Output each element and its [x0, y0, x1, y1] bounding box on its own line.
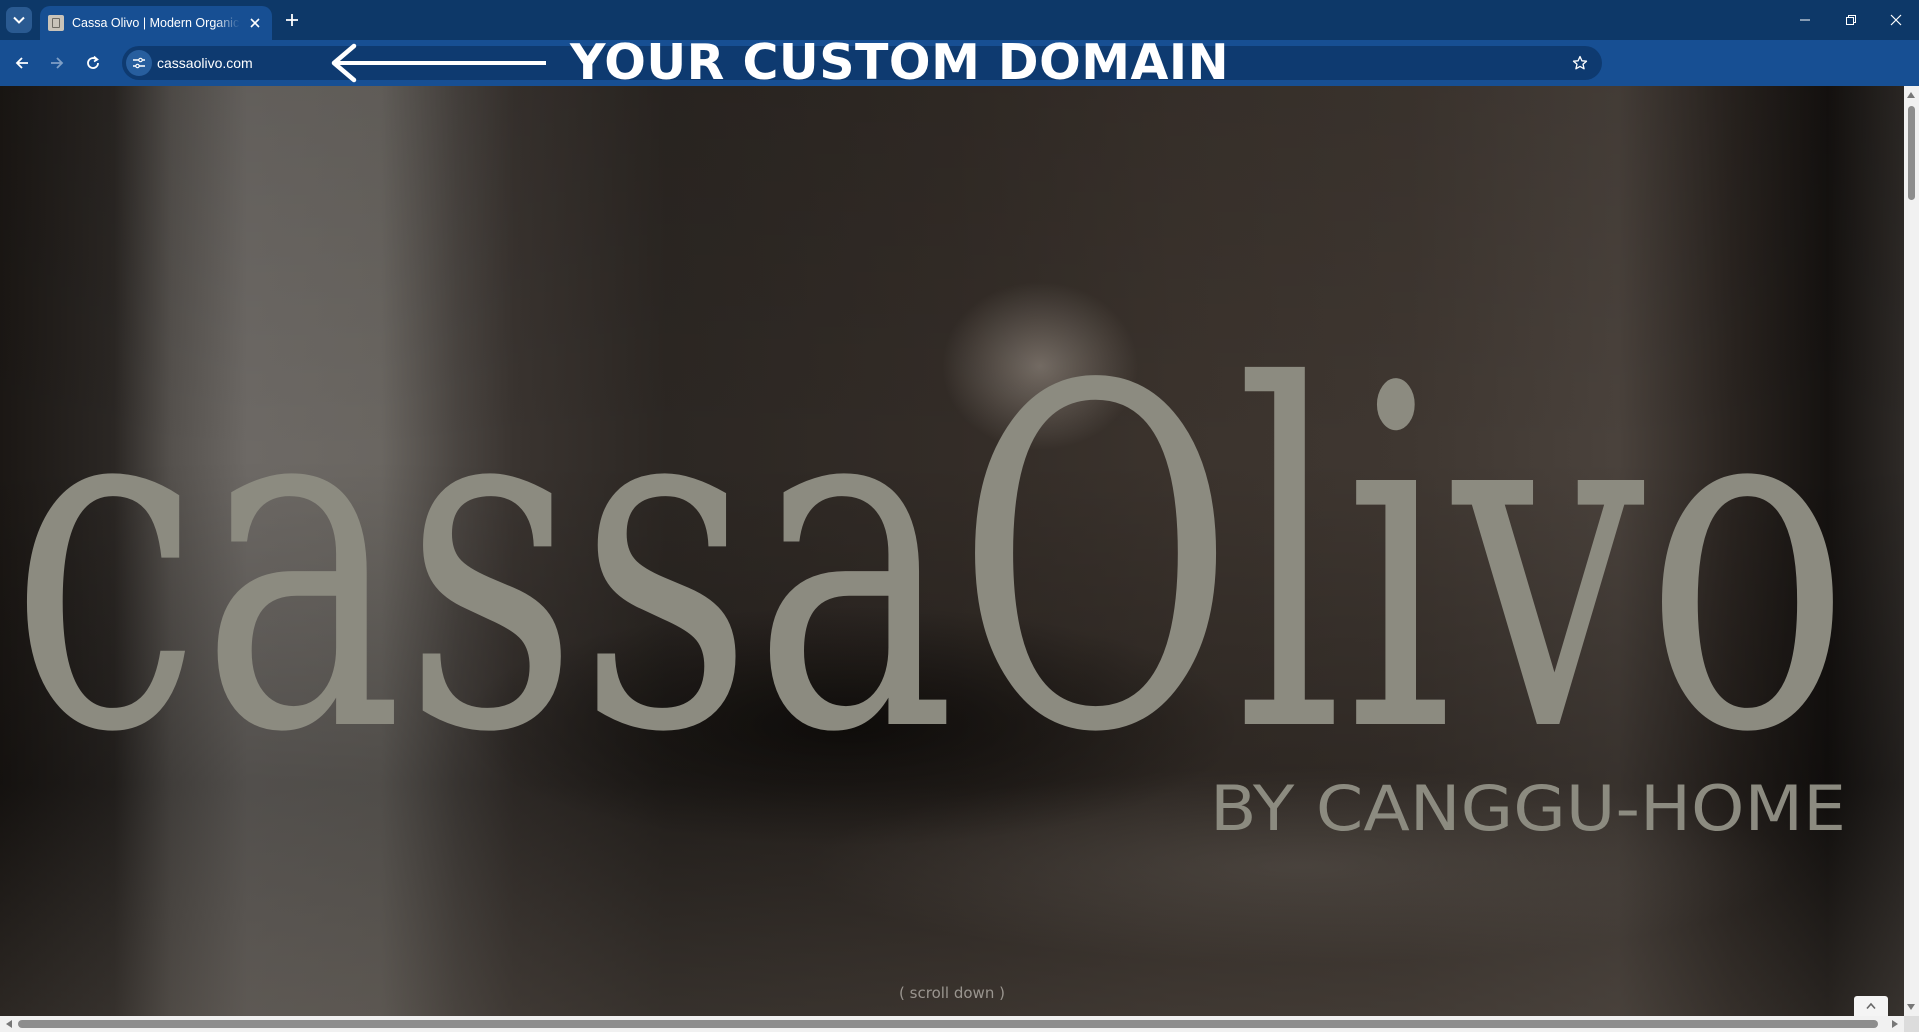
reload-button[interactable] [79, 49, 107, 77]
new-tab-button[interactable] [280, 8, 304, 32]
close-tab-button[interactable] [246, 14, 264, 32]
scroll-left-arrow-icon[interactable] [2, 1017, 16, 1031]
browser-tab-active[interactable]: Cassa Olivo | Modern Organic Interiors [40, 6, 272, 40]
scroll-up-arrow-icon[interactable] [1904, 88, 1918, 102]
restore-button[interactable] [1828, 0, 1874, 40]
back-to-top-button[interactable] [1854, 996, 1888, 1016]
star-icon [1572, 55, 1588, 70]
close-window-button[interactable] [1873, 0, 1919, 40]
scroll-down-arrow-icon[interactable] [1904, 1000, 1918, 1014]
site-favicon-icon [48, 15, 64, 31]
arrow-right-icon [51, 57, 64, 69]
annotation-label: YOUR CUSTOM DOMAIN [570, 34, 1230, 91]
back-button[interactable] [8, 49, 36, 77]
scroll-down-hint: ( scroll down ) [899, 984, 1005, 1002]
forward-button[interactable] [43, 49, 71, 77]
bookmark-button[interactable] [1568, 51, 1592, 75]
vertical-scrollbar[interactable] [1904, 86, 1919, 1016]
site-info-button[interactable] [126, 50, 152, 76]
url-text[interactable]: cassaolivo.com [157, 46, 253, 80]
logo-graphic: cassaOlivo BY CANGGU-HOME [10, 288, 1850, 845]
chevron-up-icon [1866, 1002, 1876, 1010]
close-icon [1890, 14, 1902, 26]
minimize-icon [1800, 19, 1810, 21]
logo-byline: BY CANGGU-HOME [1210, 772, 1846, 845]
annotation-arrow-icon [331, 43, 546, 83]
horizontal-scrollbar[interactable] [0, 1016, 1904, 1032]
horizontal-scroll-thumb[interactable] [18, 1020, 1878, 1028]
restore-icon [1846, 15, 1856, 25]
vertical-scroll-thumb[interactable] [1908, 106, 1915, 200]
tune-icon [133, 57, 145, 69]
plus-icon [286, 14, 298, 26]
close-icon [250, 18, 260, 28]
minimize-button[interactable] [1782, 0, 1828, 40]
tab-search-button[interactable] [6, 7, 32, 33]
tab-title: Cassa Olivo | Modern Organic Interiors [72, 16, 240, 30]
scrollbar-corner [1904, 1016, 1919, 1032]
chevron-down-icon [13, 16, 25, 24]
scroll-right-arrow-icon[interactable] [1888, 1017, 1902, 1031]
page-viewport: cassaOlivo BY CANGGU-HOME ( scroll down … [0, 86, 1904, 1016]
arrow-left-icon [15, 57, 28, 69]
logo-wordmark: cassaOlivo [10, 288, 1850, 835]
reload-icon [87, 55, 99, 69]
